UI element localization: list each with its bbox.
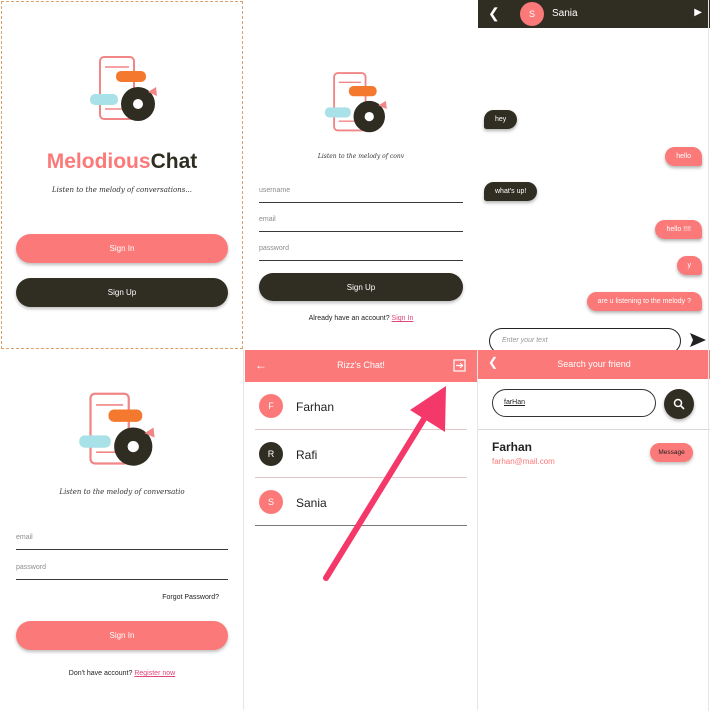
search-header: ❮ Search your friend <box>478 350 710 379</box>
contact-row[interactable]: R Rafi <box>255 432 467 478</box>
app-logo-icon <box>90 56 157 121</box>
search-button[interactable] <box>664 389 694 419</box>
brand-title-part1: Melodious <box>46 150 151 173</box>
message-bubble-outgoing: hello !!!! <box>655 220 702 239</box>
signup-button[interactable]: Sign Up <box>16 278 228 307</box>
register-prompt-text: Don't have account? <box>68 670 133 677</box>
logout-icon[interactable] <box>453 359 466 372</box>
search-input[interactable]: farHan <box>492 389 656 417</box>
message-input[interactable]: Enter your text <box>489 328 681 350</box>
panel-separator <box>477 350 478 710</box>
tagline: Listen to the melody of conversatio <box>59 488 185 496</box>
contacts-header: ← Rizz's Chat! <box>245 350 477 382</box>
contact-divider <box>255 525 467 526</box>
signup-screen: Listen to the melody of conv username em… <box>245 1 477 349</box>
search-divider <box>478 429 710 430</box>
contact-avatar: S <box>259 490 283 514</box>
password-field[interactable]: password <box>259 241 463 261</box>
contact-name: Rafi <box>296 448 318 462</box>
message-bubble-incoming: hey <box>484 110 518 129</box>
password-field[interactable]: password <box>16 560 228 580</box>
signin-button[interactable]: Sign In <box>16 621 228 650</box>
login-screen: Listen to the melody of conversatio emai… <box>1 350 243 710</box>
page-title: Search your friend <box>557 359 631 369</box>
contact-row[interactable]: F Farhan <box>255 384 467 430</box>
contact-row[interactable]: S Sania <box>255 480 467 526</box>
message-input-placeholder: Enter your text <box>502 337 548 344</box>
message-bubble-outgoing: hello <box>665 147 702 166</box>
search-query: farHan <box>504 399 526 406</box>
play-icon[interactable]: ▶ <box>694 7 702 18</box>
signin-link[interactable]: Sign In <box>392 315 414 322</box>
signin-prompt: Already have an account? Sign In <box>245 315 477 322</box>
register-link[interactable]: Register now <box>134 670 175 677</box>
app-logo-icon <box>324 72 387 133</box>
tagline: Listen to the melody of conversations... <box>52 186 192 194</box>
signin-button[interactable]: Sign In <box>16 234 228 263</box>
panel-separator <box>708 0 709 711</box>
search-screen: ❮ Search your friend farHan Farhan farha… <box>478 350 710 710</box>
brand-title: MelodiousChat <box>2 150 242 174</box>
contact-avatar: F <box>259 394 283 418</box>
result-email: farhan@mail.com <box>492 457 555 466</box>
back-arrow-icon[interactable]: ❮ <box>488 5 500 22</box>
email-field[interactable]: email <box>259 212 463 232</box>
contact-avatar: S <box>520 2 544 26</box>
message-bubble-incoming: what's up! <box>484 182 538 201</box>
contact-name: Sania <box>296 496 327 510</box>
email-field[interactable]: email <box>16 530 228 550</box>
contact-avatar: R <box>259 442 283 466</box>
username-field[interactable]: username <box>259 183 463 203</box>
signup-button[interactable]: Sign Up <box>259 273 463 301</box>
message-bubble-outgoing: y <box>676 256 702 275</box>
signin-prompt-text: Already have an account? <box>308 315 390 322</box>
message-bubble-outgoing: are u listening to the melody ? <box>586 292 702 311</box>
chat-header: ❮ S Sania ▶ <box>478 0 710 28</box>
contact-divider <box>255 429 467 430</box>
contact-name: Sania <box>552 8 578 19</box>
search-icon <box>673 398 685 410</box>
register-prompt: Don't have account? Register now <box>1 670 243 677</box>
panel-separator <box>243 350 244 710</box>
send-icon[interactable] <box>689 331 707 349</box>
brand-title-part2: Chat <box>150 150 198 173</box>
result-name: Farhan <box>492 440 533 454</box>
contact-divider <box>255 477 467 478</box>
tagline: Listen to the melody of conv <box>317 153 405 160</box>
forgot-password-link[interactable]: Forgot Password? <box>16 594 219 601</box>
chat-screen: ❮ S Sania ▶ hey hello what's up! hello !!!!… <box>478 0 710 350</box>
message-button[interactable]: Message <box>650 443 693 462</box>
contacts-screen: ← Rizz's Chat! F Farhan R Rafi S Sania <box>245 350 477 710</box>
page-title: Rizz's Chat! <box>337 360 385 370</box>
app-logo-icon <box>79 392 155 466</box>
contact-name: Farhan <box>296 400 335 414</box>
welcome-screen: MelodiousChat Listen to the melody of co… <box>1 1 243 349</box>
